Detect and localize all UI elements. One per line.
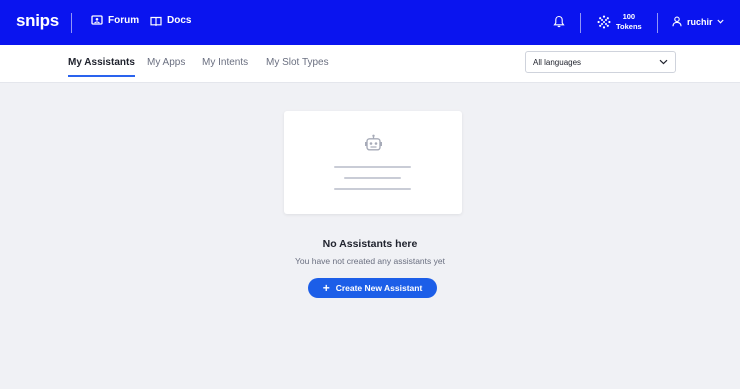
divider — [657, 13, 658, 33]
placeholder-line — [334, 188, 411, 190]
placeholder-line — [334, 166, 411, 168]
docs-icon — [150, 16, 162, 26]
divider — [580, 13, 581, 33]
nav-forum-link[interactable]: Forum — [91, 15, 139, 26]
top-navbar: snips Forum Docs 100 Tokens ruchir — [0, 0, 740, 45]
empty-state-title: No Assistants here — [322, 238, 418, 250]
tab-my-apps[interactable]: My Apps — [147, 57, 185, 75]
create-new-assistant-button[interactable]: + Create New Assistant — [308, 278, 437, 298]
bell-icon — [553, 15, 565, 28]
placeholder-line — [344, 177, 401, 179]
empty-state-illustration — [284, 111, 462, 214]
snips-logo[interactable]: snips — [16, 11, 59, 31]
user-menu[interactable]: ruchir — [672, 16, 724, 27]
create-new-assistant-label: Create New Assistant — [335, 283, 423, 293]
username: ruchir — [687, 16, 713, 27]
tokens-label: Tokens — [616, 22, 642, 31]
chevron-down-icon — [659, 59, 668, 65]
nav-docs-link[interactable]: Docs — [150, 15, 191, 26]
tokens-count: 100 — [622, 12, 636, 21]
divider — [71, 13, 72, 33]
user-icon — [672, 16, 682, 27]
language-select-value: All languages — [533, 57, 582, 67]
plus-icon: + — [322, 281, 330, 295]
section-tabs-bar: My Assistants My Apps My Intents My Slot… — [0, 45, 740, 83]
notifications-button[interactable] — [553, 15, 565, 33]
tab-my-slot-types[interactable]: My Slot Types — [266, 57, 329, 75]
token-icon — [597, 15, 611, 29]
tab-my-assistants[interactable]: My Assistants — [68, 57, 135, 77]
empty-state-subtitle: You have not created any assistants yet — [295, 256, 445, 266]
tokens-counter[interactable]: 100 Tokens — [597, 12, 642, 32]
forum-icon — [91, 15, 103, 25]
nav-forum-label: Forum — [108, 15, 140, 26]
nav-docs-label: Docs — [167, 15, 192, 26]
robot-icon — [365, 134, 382, 151]
chevron-down-icon — [716, 19, 724, 24]
tab-my-intents[interactable]: My Intents — [202, 57, 248, 75]
language-select[interactable]: All languages — [525, 51, 676, 73]
